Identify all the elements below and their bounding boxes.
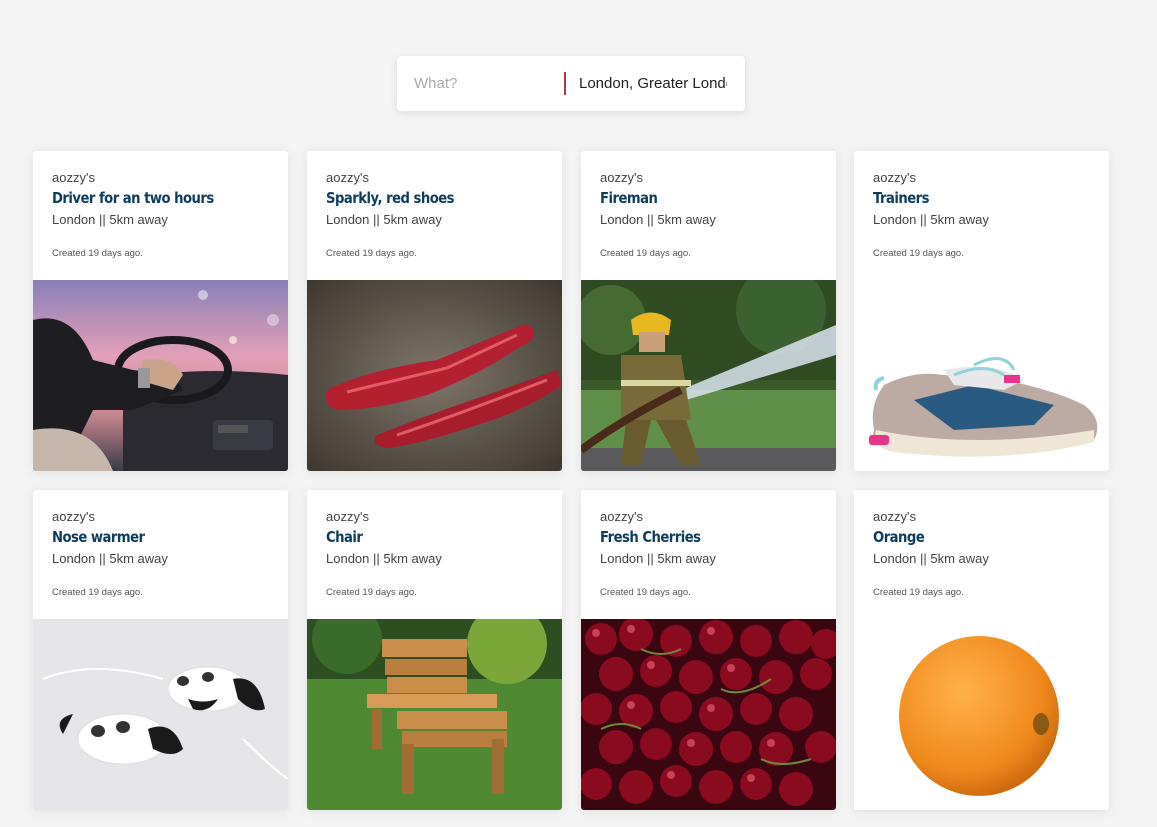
- listing-owner: aozzy's: [600, 170, 643, 185]
- listing-title[interactable]: Orange: [873, 528, 925, 546]
- listing-created: Created 19 days ago.: [326, 587, 417, 598]
- listing-location: London || 5km away: [52, 212, 168, 227]
- listing-title[interactable]: Trainers: [873, 189, 930, 207]
- listing-card[interactable]: aozzy's Orange London || 5km away Create…: [854, 490, 1109, 810]
- listing-card[interactable]: aozzy's Fresh Cherries London || 5km awa…: [581, 490, 836, 810]
- driver-photo[interactable]: [33, 280, 288, 471]
- listing-title[interactable]: Driver for an two hours: [52, 189, 214, 207]
- listing-card[interactable]: aozzy's Sparkly, red shoes London || 5km…: [307, 151, 562, 471]
- listing-location: London || 5km away: [873, 551, 989, 566]
- what-search-input[interactable]: [414, 56, 554, 111]
- listing-created: Created 19 days ago.: [600, 587, 691, 598]
- listing-location: London || 5km away: [873, 212, 989, 227]
- listing-created: Created 19 days ago.: [326, 248, 417, 259]
- listing-owner: aozzy's: [52, 509, 95, 524]
- search-divider: [564, 72, 566, 95]
- listing-card[interactable]: aozzy's Nose warmer London || 5km away C…: [33, 490, 288, 810]
- listing-created: Created 19 days ago.: [873, 248, 964, 259]
- location-search-input[interactable]: [579, 56, 727, 111]
- orange-photo[interactable]: [854, 619, 1109, 810]
- listing-owner: aozzy's: [873, 170, 916, 185]
- fireman-photo[interactable]: [581, 280, 836, 471]
- listing-location: London || 5km away: [52, 551, 168, 566]
- listing-location: London || 5km away: [600, 551, 716, 566]
- search-bar: [397, 56, 745, 111]
- listing-owner: aozzy's: [326, 509, 369, 524]
- listing-card[interactable]: aozzy's Driver for an two hours London |…: [33, 151, 288, 471]
- listing-created: Created 19 days ago.: [600, 248, 691, 259]
- listing-card[interactable]: aozzy's Chair London || 5km away Created…: [307, 490, 562, 810]
- listing-created: Created 19 days ago.: [52, 248, 143, 259]
- listing-card[interactable]: aozzy's Fireman London || 5km away Creat…: [581, 151, 836, 471]
- listing-owner: aozzy's: [52, 170, 95, 185]
- chair-photo[interactable]: [307, 619, 562, 810]
- listing-owner: aozzy's: [600, 509, 643, 524]
- listing-title[interactable]: Sparkly, red shoes: [326, 189, 455, 207]
- listing-title[interactable]: Chair: [326, 528, 363, 546]
- cherries-photo[interactable]: [581, 619, 836, 810]
- listing-created: Created 19 days ago.: [52, 587, 143, 598]
- red-shoes-photo[interactable]: [307, 280, 562, 471]
- listing-created: Created 19 days ago.: [873, 587, 964, 598]
- listing-title[interactable]: Nose warmer: [52, 528, 145, 546]
- listing-location: London || 5km away: [326, 212, 442, 227]
- listing-title[interactable]: Fresh Cherries: [600, 528, 701, 546]
- listing-location: London || 5km away: [326, 551, 442, 566]
- nose-warmer-photo[interactable]: [33, 619, 288, 810]
- listing-owner: aozzy's: [326, 170, 369, 185]
- trainers-photo[interactable]: [854, 280, 1109, 471]
- listing-location: London || 5km away: [600, 212, 716, 227]
- listing-title[interactable]: Fireman: [600, 189, 658, 207]
- listing-owner: aozzy's: [873, 509, 916, 524]
- listing-card[interactable]: aozzy's Trainers London || 5km away Crea…: [854, 151, 1109, 471]
